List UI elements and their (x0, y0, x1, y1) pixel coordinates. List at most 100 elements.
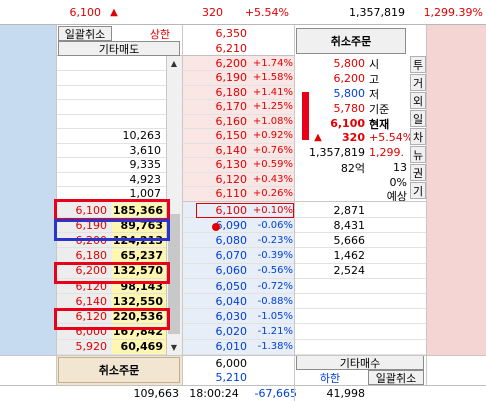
info-change: 320 (342, 131, 365, 144)
ask-price[interactable]: 6,190 (196, 71, 250, 85)
cancel-order-button-bottom[interactable]: 취소주문 (58, 357, 180, 383)
side-tab[interactable]: 차 (410, 128, 426, 145)
info-price: 5,800 (333, 57, 366, 70)
bid-change-pct: -0.23% (257, 234, 293, 246)
cancel-order-button-top[interactable]: 취소주문 (296, 28, 406, 54)
ask-volume: 10,263 (122, 129, 162, 142)
top-volume: 1,357,819 (349, 6, 405, 19)
bid-volume: 8,431 (333, 218, 366, 232)
side-tab[interactable]: 기 (410, 182, 426, 199)
side-tab[interactable]: 투 (410, 56, 426, 73)
scroll-down-icon[interactable]: ▼ (166, 340, 182, 354)
side-tab[interactable]: 권 (410, 164, 426, 181)
right-margin-column (426, 25, 486, 355)
ask-volume (60, 71, 164, 85)
ask-price[interactable]: 6,160 (196, 114, 250, 128)
bid-price[interactable]: 6,060 (196, 264, 250, 278)
side-tab[interactable]: 거 (410, 74, 426, 91)
bid-change-pct: -1.21% (257, 326, 293, 338)
ask-price[interactable]: 6,180 (196, 85, 250, 99)
info-label: 저 (369, 87, 380, 101)
total-sell-volume: 109,663 (133, 386, 180, 400)
ask-change-pct: +1.25% (252, 101, 293, 112)
ask-price[interactable]: 6,120 (196, 172, 250, 186)
grid-line (294, 25, 295, 401)
side-tab[interactable]: 일 (410, 110, 426, 127)
lower-limit-label: 하한 (319, 371, 341, 385)
ask-volume: 9,335 (129, 158, 162, 171)
top-price: 6,100 (69, 6, 102, 19)
left-margin-column (0, 25, 56, 355)
bid-volume (300, 294, 368, 308)
bid-volume: 2,524 (333, 264, 366, 278)
bid-price[interactable]: 6,020 (196, 325, 250, 339)
bid-price[interactable]: 6,070 (196, 249, 250, 263)
side-tab[interactable]: 외 (410, 92, 426, 109)
bid-price[interactable]: 6,080 (196, 233, 250, 247)
upper-limit-price: 6,350 (215, 27, 248, 40)
bid-change-pct: -0.88% (257, 295, 293, 307)
bottom-price-2: 5,210 (215, 370, 248, 384)
ask-change-pct: +0.26% (252, 188, 293, 199)
info-change-pct: +5.54% (369, 131, 414, 144)
order-volume: 60,469 (112, 339, 166, 354)
ask-volume (60, 100, 164, 114)
ask-price[interactable]: 6,140 (196, 143, 250, 157)
highlight-box (54, 262, 170, 284)
bid-change-pct: -0.56% (257, 265, 293, 277)
bid-change-pct: -0.06% (257, 219, 293, 231)
order-volume: 65,237 (112, 248, 166, 263)
ask-price[interactable]: 6,200 (196, 56, 250, 70)
order-price[interactable]: 6,140 (58, 294, 110, 308)
bid-price[interactable]: 6,040 (196, 294, 250, 308)
ask-price[interactable]: 6,130 (196, 158, 250, 172)
bid-price[interactable]: 6,090 (196, 218, 250, 232)
bid-price[interactable]: 6,050 (196, 279, 250, 293)
ask-change-pct: +0.43% (252, 173, 293, 185)
upper-limit-label: 상한 (149, 27, 171, 41)
bid-change-pct: -0.39% (257, 250, 293, 262)
other-buy-button[interactable]: 기타매수 (296, 355, 424, 370)
info-price: 5,800 (333, 87, 366, 100)
other-sell-button[interactable]: 기타매도 (58, 41, 180, 56)
ask-volume (60, 56, 164, 70)
scroll-up-icon[interactable]: ▲ (166, 56, 182, 70)
side-tab[interactable]: 뉴 (410, 146, 426, 163)
current-price-box (196, 203, 294, 218)
bid-price[interactable]: 6,010 (196, 340, 250, 354)
bid-price[interactable]: 6,030 (196, 309, 250, 323)
highlight-box (54, 219, 170, 241)
ask-volume (60, 85, 164, 99)
ask-price[interactable]: 6,110 (196, 187, 250, 201)
bid-change-pct: -1.38% (257, 341, 293, 353)
grid-line (182, 25, 183, 385)
order-volume: 132,550 (112, 294, 166, 309)
ask-price[interactable]: 6,170 (196, 100, 250, 114)
grid-line (182, 201, 426, 202)
top-change: 320 (202, 6, 223, 19)
current-price-dot-icon (212, 223, 220, 231)
info-volume: 1,357,819 (309, 146, 365, 159)
info-label: 현재 (369, 117, 390, 131)
ask-change-pct: +1.58% (252, 72, 293, 83)
info-price: 5,780 (333, 102, 366, 115)
bid-volume (300, 340, 368, 354)
ask-volume: 4,923 (129, 172, 162, 186)
order-price[interactable]: 5,920 (58, 340, 110, 354)
highlight-box (54, 199, 170, 221)
ask-price[interactable]: 6,150 (196, 129, 250, 143)
ask-change-pct: +1.08% (252, 115, 293, 127)
info-price: 6,100 (330, 117, 365, 130)
bid-change-pct: -1.05% (257, 310, 293, 322)
grid-line (0, 355, 486, 356)
highlight-box (54, 308, 170, 330)
bid-volume: 5,666 (333, 233, 366, 247)
cancel-all-button-bottom[interactable]: 일괄취소 (368, 370, 424, 385)
ask-volume: 3,610 (129, 143, 162, 157)
ask-change-pct: +0.76% (252, 144, 293, 156)
top-volume-rate: 1,299.39% (423, 6, 483, 19)
top-change-pct: +5.54% (244, 6, 289, 19)
cancel-all-button-top[interactable]: 일괄취소 (58, 26, 112, 41)
order-price[interactable]: 6,180 (58, 249, 110, 263)
ask-change-pct: +1.41% (252, 86, 293, 98)
